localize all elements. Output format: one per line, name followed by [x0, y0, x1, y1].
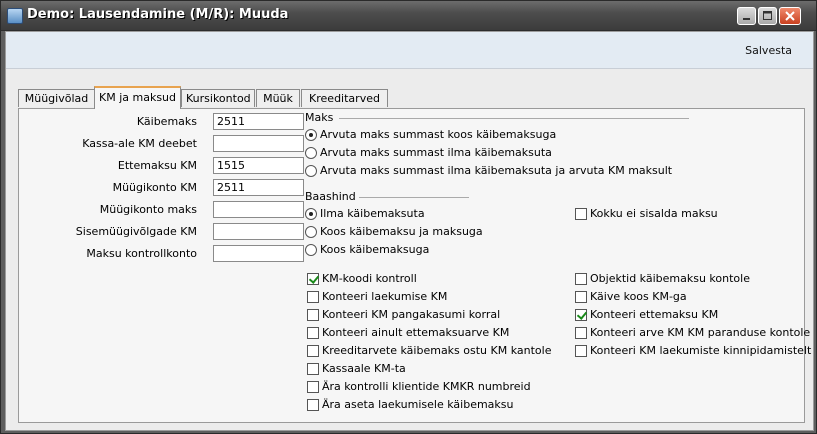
close-button[interactable]	[779, 7, 801, 25]
save-button[interactable]: Salvesta	[745, 44, 792, 57]
radio-icon[interactable]	[305, 244, 317, 256]
checkbox-icon[interactable]	[575, 273, 587, 285]
client-area: Salvesta Müügivõlad KM ja maksud Kursiko…	[5, 31, 814, 431]
checkbox-icon[interactable]	[575, 291, 587, 303]
tab-panel-km-ja-maksud: Käibemaks Kassa-ale KM deebet Ettemaksu …	[18, 108, 811, 423]
window-title: Demo: Lausendamine (M/R): Muuda	[27, 7, 289, 22]
checkbox-icon[interactable]	[575, 208, 587, 220]
checkbox-icon[interactable]	[307, 345, 319, 357]
checkbox-icon[interactable]	[307, 399, 319, 411]
field-label-kaibemaks: Käibemaks	[136, 115, 197, 128]
checkbox-icon[interactable]	[575, 345, 587, 357]
muugikonto-maks-input[interactable]	[213, 201, 304, 218]
baashind-divider	[359, 197, 469, 198]
maks-section-title: Maks	[305, 111, 334, 124]
toolbar: Salvesta	[6, 32, 813, 69]
checkbox-icon[interactable]	[307, 363, 319, 375]
field-label-ettemaksu-km: Ettemaksu KM	[117, 159, 197, 172]
checkbox-icon[interactable]	[307, 291, 319, 303]
checkbox-checked-icon[interactable]	[307, 273, 319, 285]
muugikonto-km-input[interactable]	[213, 179, 304, 196]
baashind-section-title: Baashind	[305, 190, 356, 203]
field-label-kassa-ale-km-deebet: Kassa-ale KM deebet	[82, 137, 197, 150]
tab-kursikontod[interactable]: Kursikontod	[181, 89, 255, 107]
maximize-icon	[763, 11, 772, 20]
checkbox-icon[interactable]	[307, 327, 319, 339]
tab-muuk[interactable]: Müük	[256, 89, 300, 107]
tab-muugivolad[interactable]: Müügivõlad	[18, 89, 95, 107]
tab-km-ja-maksud[interactable]: KM ja maksud	[94, 86, 181, 109]
app-window: Demo: Lausendamine (M/R): Muuda Salvesta…	[0, 0, 817, 434]
radio-selected-icon[interactable]	[305, 129, 317, 141]
tab-kreeditarved[interactable]: Kreeditarved	[301, 89, 388, 107]
checkbox-icon[interactable]	[575, 327, 587, 339]
maximize-button[interactable]	[758, 7, 777, 25]
title-bar[interactable]: Demo: Lausendamine (M/R): Muuda	[1, 1, 816, 31]
checkbox-checked-icon[interactable]	[575, 309, 587, 321]
checkbox-icon[interactable]	[307, 381, 319, 393]
field-label-maksu-kontrollkonto: Maksu kontrollkonto	[86, 247, 197, 260]
radio-icon[interactable]	[305, 165, 317, 177]
minimize-button[interactable]	[737, 7, 756, 25]
sisemuugivolgade-km-input[interactable]	[213, 223, 304, 240]
minimize-icon	[743, 18, 750, 20]
field-label-sisemuugivolgade-km: Sisemüügivõlgade KM	[75, 225, 197, 238]
ettemaksu-km-input[interactable]	[213, 157, 304, 174]
maks-divider	[339, 118, 689, 119]
app-icon	[7, 8, 23, 24]
kaibemaks-input[interactable]	[213, 113, 304, 130]
field-label-muugikonto-km: Müügikonto KM	[112, 181, 197, 194]
maksu-kontrollkonto-input[interactable]	[213, 245, 304, 262]
field-label-muugikonto-maks: Müügikonto maks	[99, 203, 197, 216]
close-icon	[785, 11, 795, 21]
checkbox-icon[interactable]	[307, 309, 319, 321]
radio-icon[interactable]	[305, 226, 317, 238]
radio-selected-icon[interactable]	[305, 208, 317, 220]
kassa-ale-km-deebet-input[interactable]	[213, 135, 304, 152]
radio-icon[interactable]	[305, 147, 317, 159]
